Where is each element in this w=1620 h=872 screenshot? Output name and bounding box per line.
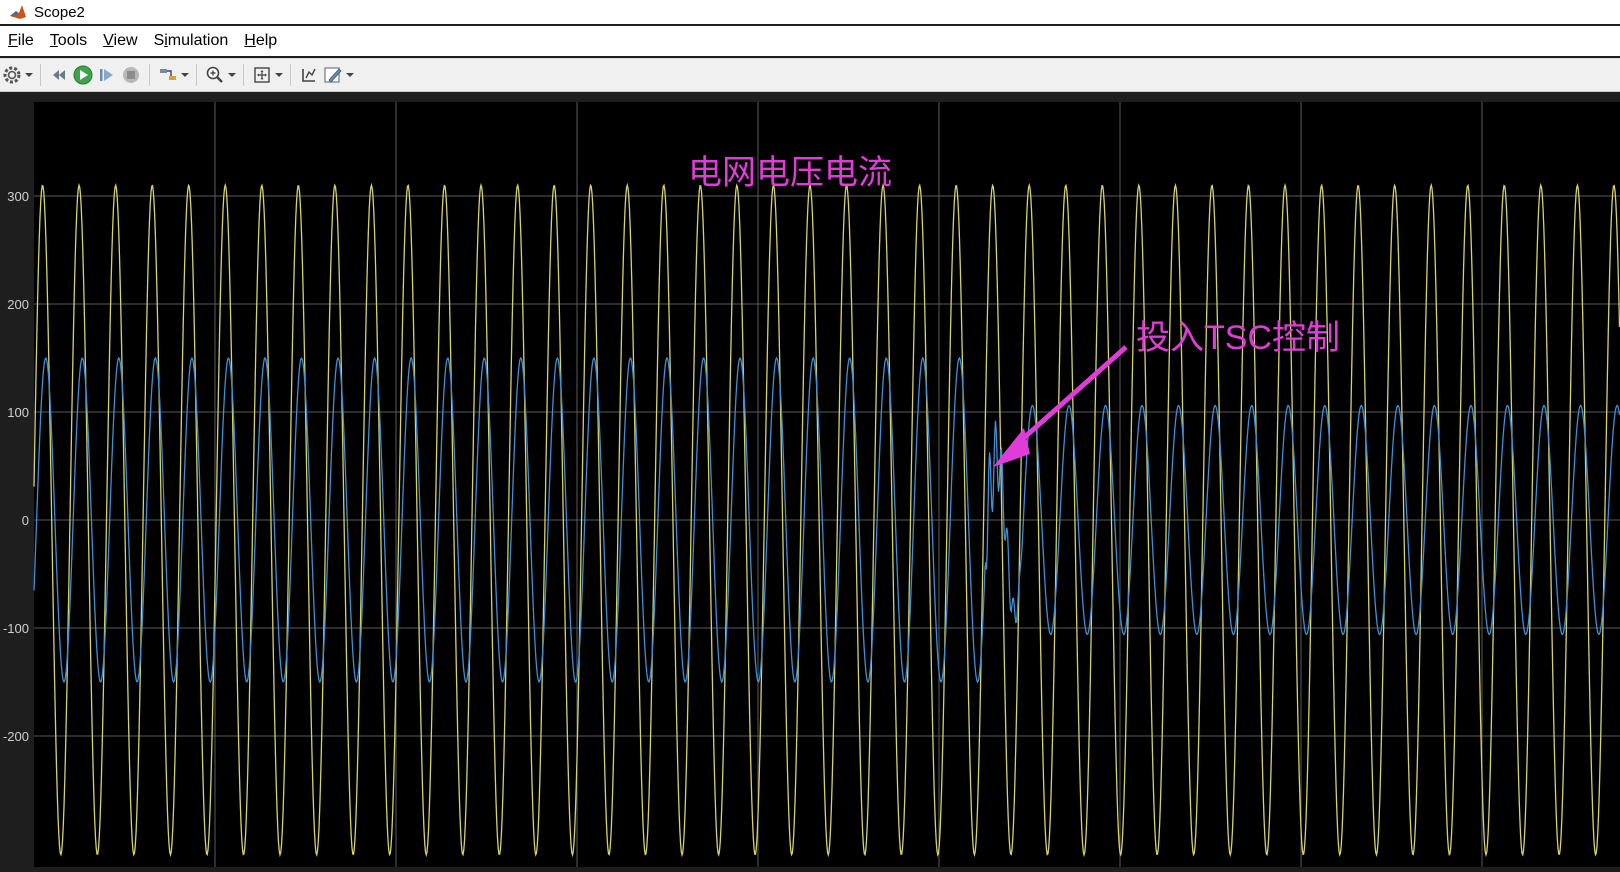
y-tick-label: 0 [22, 513, 29, 528]
toolbar-separator [290, 64, 291, 86]
menu-item-file[interactable]: File [0, 26, 42, 56]
zoom-dropdown-chevron-icon[interactable] [227, 63, 237, 87]
gear-icon[interactable] [0, 63, 24, 87]
y-tick-label: -100 [3, 621, 29, 636]
style-dropdown-chevron-icon[interactable] [345, 63, 355, 87]
y-tick-labels: 300 200 100 0 -100 -200 [3, 189, 29, 744]
y-tick-label: 200 [7, 297, 29, 312]
plot-background [34, 102, 1620, 867]
y-tick-label: -200 [3, 729, 29, 744]
toolbar-separator [40, 64, 41, 86]
y-tick-label: 300 [7, 189, 29, 204]
toolbar-group-axes [250, 61, 284, 89]
stop-icon[interactable] [119, 63, 143, 87]
menu-item-help[interactable]: Help [236, 26, 285, 56]
toolbar-separator [149, 64, 150, 86]
run-icon[interactable] [71, 63, 95, 87]
annotation-title: 电网电压电流 [688, 154, 892, 192]
toolbar-group-config [0, 61, 34, 89]
toolbar-group-zoom [203, 61, 237, 89]
matlab-logo-icon [8, 2, 28, 22]
window-title: Scope2 [34, 3, 85, 21]
restore-icon[interactable] [47, 63, 71, 87]
menu-bar: File Tools View Simulation Help [0, 26, 1620, 56]
fit-axes-icon[interactable] [250, 63, 274, 87]
highlight-icon[interactable] [156, 63, 180, 87]
toolbar-separator [196, 64, 197, 86]
toolbar-separator [243, 64, 244, 86]
scope-display: 300 200 100 0 -100 -200 电网电压电流 投入TSC控制 [0, 92, 1620, 867]
toolbar-group-measure [297, 61, 355, 89]
cursor-icon[interactable] [297, 63, 321, 87]
gear-dropdown-chevron-icon[interactable] [24, 63, 34, 87]
scope-plot[interactable]: 300 200 100 0 -100 -200 电网电压电流 投入TSC控制 [0, 92, 1620, 867]
toolbar [0, 58, 1620, 92]
menu-item-tools[interactable]: Tools [42, 26, 95, 56]
axes-dropdown-chevron-icon[interactable] [274, 63, 284, 87]
y-tick-label: 100 [7, 405, 29, 420]
window-titlebar: Scope2 [0, 0, 1620, 24]
menu-item-simulation[interactable]: Simulation [146, 26, 237, 56]
toolbar-group-simulation [47, 61, 143, 89]
menu-item-view[interactable]: View [95, 26, 145, 56]
step-forward-icon[interactable] [95, 63, 119, 87]
toolbar-group-highlight [156, 61, 190, 89]
style-icon[interactable] [321, 63, 345, 87]
annotation-tsc-label: 投入TSC控制 [1136, 319, 1340, 357]
zoom-in-icon[interactable] [203, 63, 227, 87]
highlight-dropdown-chevron-icon[interactable] [180, 63, 190, 87]
